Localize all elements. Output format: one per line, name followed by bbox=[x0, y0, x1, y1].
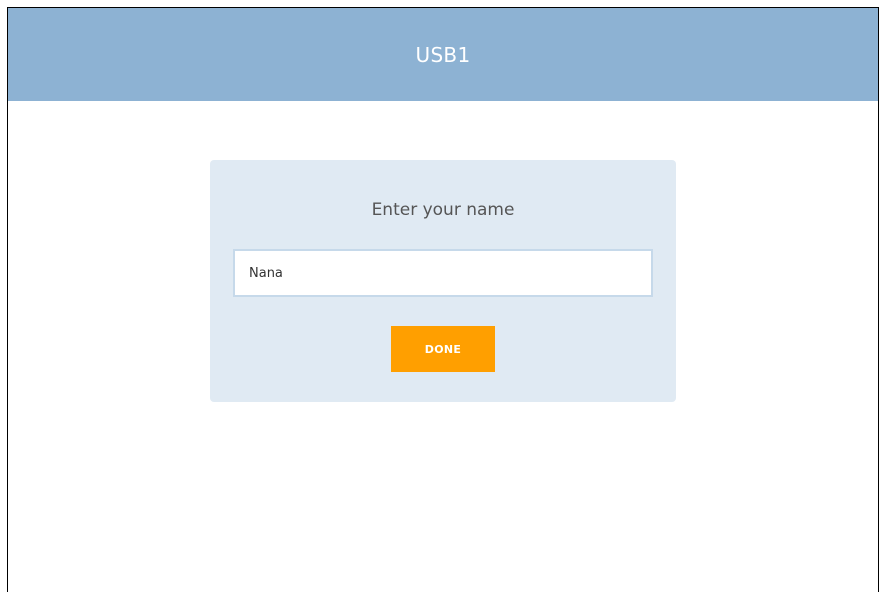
card-title: Enter your name bbox=[371, 200, 515, 220]
done-button[interactable]: DONE bbox=[391, 326, 495, 372]
page-title: USB1 bbox=[415, 42, 471, 67]
app-window: USB1 Enter your name DONE bbox=[7, 7, 879, 592]
name-input[interactable] bbox=[233, 249, 653, 297]
header-bar: USB1 bbox=[8, 8, 878, 101]
name-entry-card: Enter your name DONE bbox=[210, 160, 676, 402]
